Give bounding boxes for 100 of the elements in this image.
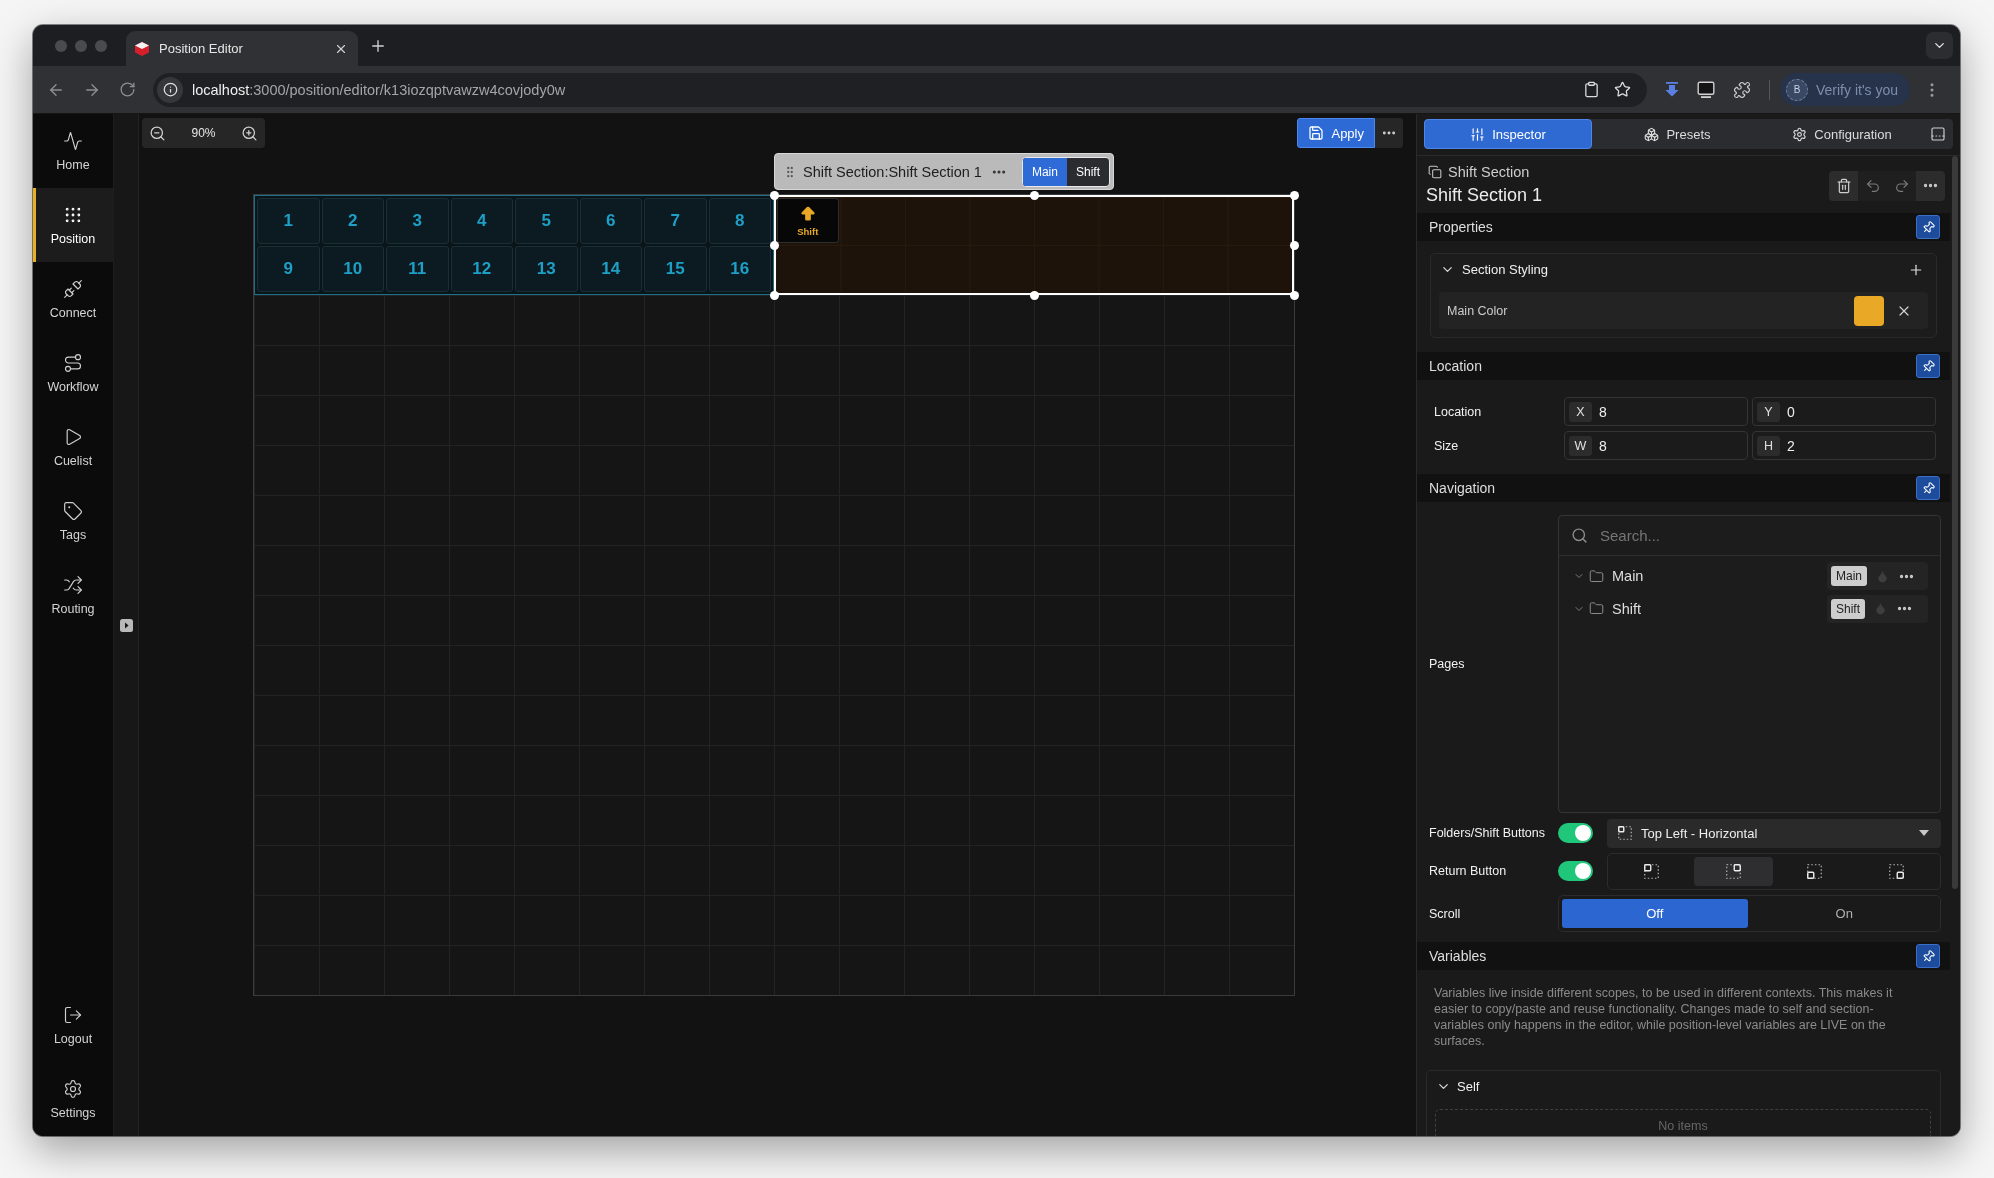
accordion-header[interactable]: Self xyxy=(1427,1071,1940,1102)
placement-dropdown[interactable]: Top Left - Horizontal xyxy=(1607,818,1941,848)
nav-item[interactable]: Position xyxy=(33,188,113,262)
panel-tab[interactable]: Presets xyxy=(1592,119,1763,149)
download-icon[interactable] xyxy=(1665,81,1679,98)
resize-handle[interactable] xyxy=(1029,190,1039,200)
resize-handle[interactable] xyxy=(1289,240,1299,250)
zoom-out-icon[interactable] xyxy=(149,124,166,142)
zoom-in-icon[interactable] xyxy=(241,124,258,142)
profile-button[interactable]: B Verify it's you xyxy=(1780,73,1911,106)
more-button[interactable] xyxy=(1375,118,1403,148)
axis-label: W xyxy=(1569,435,1592,456)
address-bar[interactable]: localhost:3000/position/editor/k13iozqptvawzw4covjody0w xyxy=(153,72,1647,107)
save-icon xyxy=(1308,125,1325,141)
puzzle-icon[interactable] xyxy=(1733,80,1751,99)
cube-logo-icon xyxy=(134,40,150,57)
page-tab[interactable]: Shift xyxy=(1066,157,1109,186)
bookmark-star-icon[interactable] xyxy=(1614,81,1631,98)
search-field[interactable]: Search... xyxy=(1600,522,1928,549)
number-field[interactable]: X 8 xyxy=(1564,397,1748,426)
site-info-icon[interactable] xyxy=(157,76,183,103)
page-tab[interactable]: Main xyxy=(1022,157,1067,186)
page-item[interactable]: Shift Shift xyxy=(1573,594,1928,623)
nav-item[interactable]: Tags xyxy=(33,484,113,558)
grid-button[interactable]: 5 xyxy=(515,198,578,244)
number-field[interactable]: W 8 xyxy=(1564,431,1748,460)
grid-button[interactable]: 11 xyxy=(386,246,449,292)
grid-button[interactable]: 3 xyxy=(386,198,449,244)
corner-position-icon xyxy=(1807,863,1823,879)
zoom-level: 90% xyxy=(191,126,216,140)
color-swatch-icon[interactable] xyxy=(1854,295,1884,326)
resize-handle[interactable] xyxy=(1289,290,1299,300)
profile-avatar: B xyxy=(1786,78,1808,101)
grid-button[interactable]: 1 xyxy=(257,198,320,244)
grid-button[interactable]: 16 xyxy=(708,246,771,292)
sidebar-toggle-icon[interactable] xyxy=(119,618,133,632)
logout-icon xyxy=(63,1004,83,1025)
grid-button[interactable]: 8 xyxy=(708,198,771,244)
nav-item[interactable]: Logout xyxy=(33,988,113,1062)
delete-button[interactable] xyxy=(1829,170,1858,201)
pin-button[interactable] xyxy=(1916,476,1940,500)
grid-button[interactable]: 7 xyxy=(644,198,707,244)
toggle-switch[interactable] xyxy=(1558,823,1593,843)
shift-section[interactable]: Shift xyxy=(774,195,1294,295)
grid-button[interactable]: 15 xyxy=(644,246,707,292)
number-field[interactable]: Y 0 xyxy=(1752,397,1936,426)
nav-item[interactable]: Cuelist xyxy=(33,410,113,484)
field-label: Size xyxy=(1434,438,1460,453)
pulse-icon xyxy=(63,130,83,151)
pin-button[interactable] xyxy=(1916,215,1940,239)
reload-icon[interactable] xyxy=(119,81,136,98)
apply-button[interactable]: Apply xyxy=(1297,118,1375,148)
more-button[interactable] xyxy=(1916,170,1945,201)
route-icon xyxy=(63,352,83,373)
grid-button[interactable]: 6 xyxy=(579,198,642,244)
panel-layout-icon[interactable] xyxy=(1929,126,1946,142)
object-title: Shift Section 1 xyxy=(1426,184,1543,206)
caret-icon xyxy=(1919,830,1929,836)
scrollbar-thumb[interactable] xyxy=(1952,156,1958,889)
resize-handle[interactable] xyxy=(769,190,779,200)
page-item[interactable]: Main Main xyxy=(1573,562,1928,590)
grid-button[interactable]: 13 xyxy=(515,246,578,292)
grid-button[interactable]: 9 xyxy=(257,246,320,292)
scroll-option[interactable]: Off xyxy=(1562,899,1748,928)
resize-handle[interactable] xyxy=(1029,290,1039,300)
resize-handle[interactable] xyxy=(769,240,779,250)
nav-item[interactable]: Home xyxy=(33,114,113,188)
grid-button[interactable]: 10 xyxy=(321,246,384,292)
scroll-option[interactable]: On xyxy=(1751,899,1937,928)
grid-button[interactable]: 2 xyxy=(321,198,384,244)
field-label: Location xyxy=(1434,404,1483,419)
browser-tab[interactable]: Position Editor xyxy=(126,31,358,66)
panel-tab[interactable]: Configuration xyxy=(1763,119,1921,149)
shift-button[interactable]: Shift xyxy=(777,198,839,243)
nav-item[interactable]: Routing xyxy=(33,558,113,632)
nav-item[interactable]: Connect xyxy=(33,262,113,336)
undo-icon xyxy=(1864,177,1881,194)
accordion-header[interactable]: Section Styling xyxy=(1431,254,1936,285)
grid-button[interactable]: 12 xyxy=(450,246,513,292)
folder-icon xyxy=(1589,568,1604,584)
section-title: Navigation xyxy=(1429,480,1496,496)
clipboard-icon[interactable] xyxy=(1583,81,1600,98)
resize-handle[interactable] xyxy=(1289,190,1299,200)
description-text: Variables live inside different scopes, to be used in different contexts. This makes it easier to copy/paste and reuse functionality. Changes made to self and section-variables only happens in the editor, while position-level variables are LIVE on the surfaces. xyxy=(1434,985,1894,1049)
section-title: Properties xyxy=(1429,219,1493,235)
grid-button[interactable]: 14 xyxy=(579,246,642,292)
grid-button[interactable]: 4 xyxy=(450,198,513,244)
tab-list-button[interactable] xyxy=(1926,32,1953,59)
number-field[interactable]: H 2 xyxy=(1752,431,1936,460)
screen-icon[interactable] xyxy=(1697,80,1715,99)
section-title: Variables xyxy=(1429,948,1487,964)
panel-tab[interactable]: Inspector xyxy=(1424,119,1592,149)
pin-button[interactable] xyxy=(1916,354,1940,378)
toggle-switch[interactable] xyxy=(1558,861,1593,882)
nav-item[interactable]: Settings xyxy=(33,1062,113,1136)
nav-item[interactable]: Workflow xyxy=(33,336,113,410)
resize-handle[interactable] xyxy=(769,290,779,300)
pin-button[interactable] xyxy=(1916,944,1940,968)
position-option[interactable] xyxy=(1693,857,1773,886)
axis-label: X xyxy=(1569,401,1592,422)
